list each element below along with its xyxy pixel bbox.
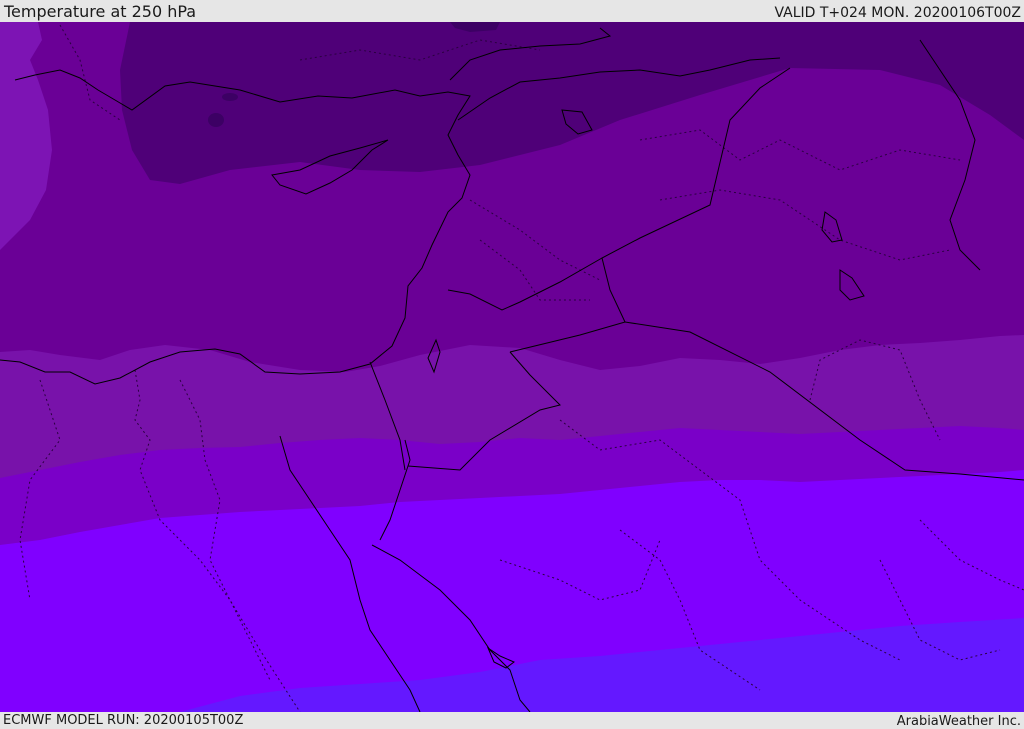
valid-time: VALID T+024 MON. 20200106T00Z [774, 5, 1021, 21]
map-svg [0, 22, 1024, 712]
map-title: Temperature at 250 hPa [4, 2, 197, 21]
temperature-spot-coldest [222, 93, 238, 101]
credit-label: ArabiaWeather Inc. [896, 714, 1021, 729]
footer-bar: ECMWF MODEL RUN: 20200105T00Z ArabiaWeat… [0, 712, 1024, 729]
model-run-label: ECMWF MODEL RUN: 20200105T00Z [3, 713, 244, 728]
weather-map-page: Temperature at 250 hPa VALID T+024 MON. … [0, 0, 1024, 729]
header-bar: Temperature at 250 hPa VALID T+024 MON. … [0, 0, 1024, 22]
temperature-spot-coldest [208, 113, 224, 127]
temperature-map [0, 22, 1024, 712]
